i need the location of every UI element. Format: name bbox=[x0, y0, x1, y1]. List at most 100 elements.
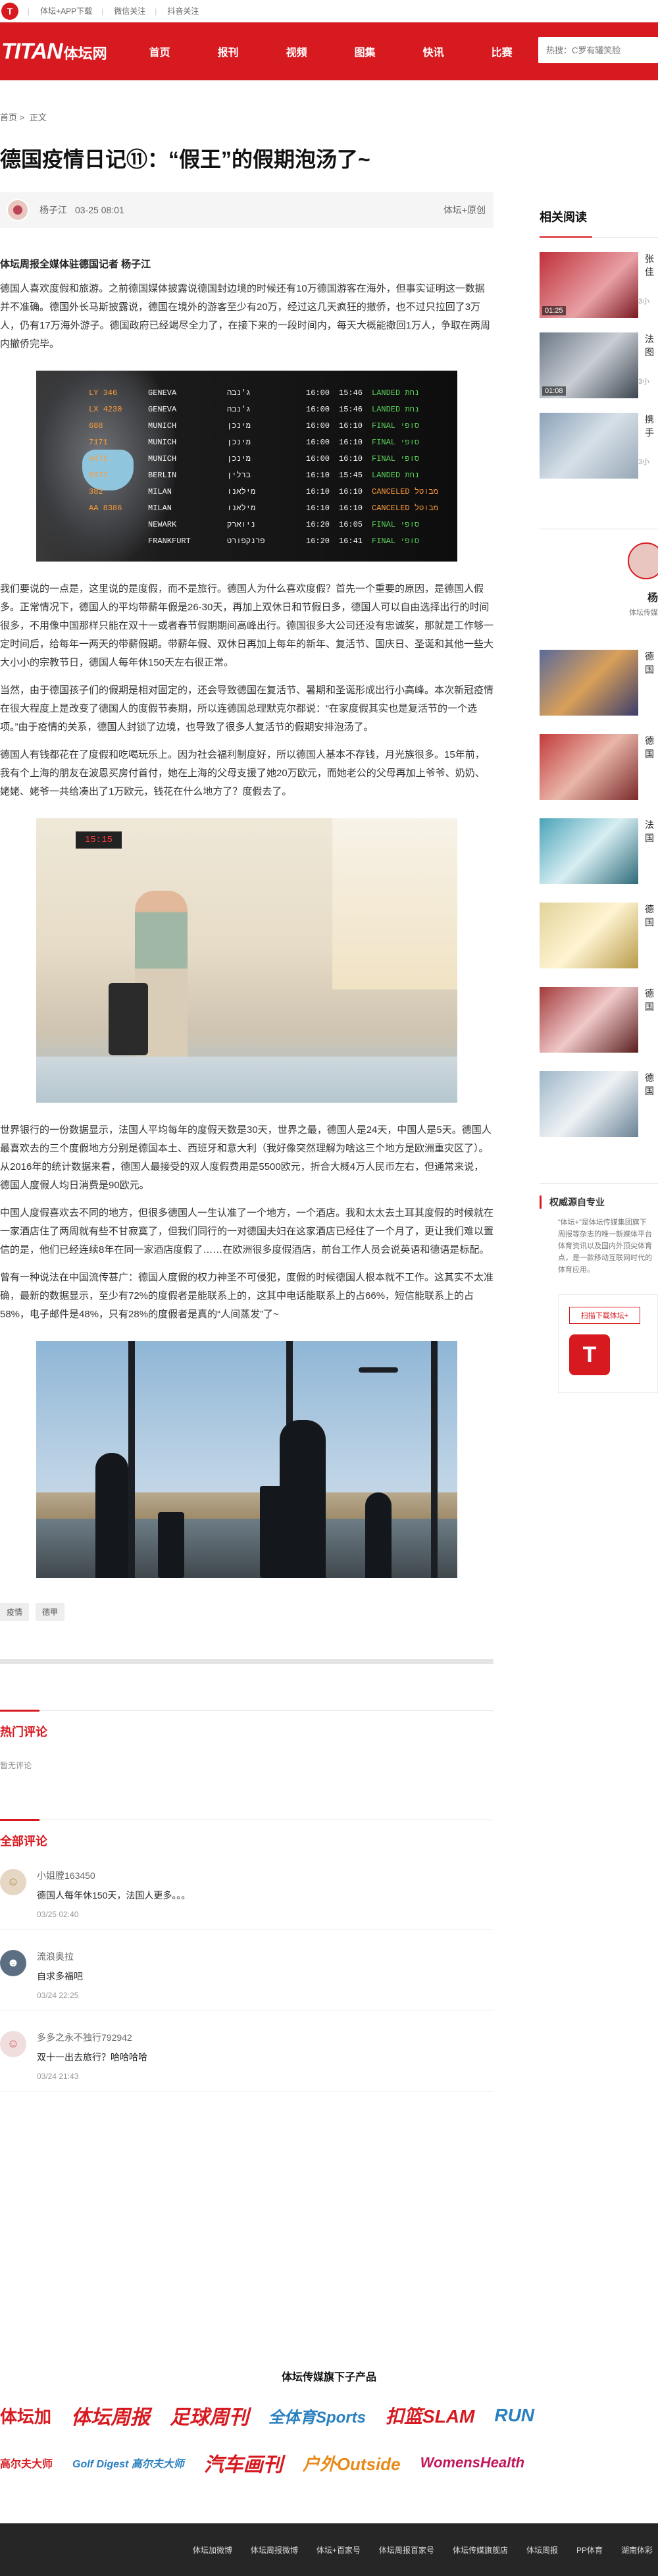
related-thumbnail[interactable] bbox=[540, 413, 638, 479]
product-logo[interactable]: 高尔夫大师 bbox=[0, 2455, 53, 2471]
top-utility-bar: T | 体坛+APP下载 | 微信关注 | 抖音关注 bbox=[0, 0, 658, 22]
article-paragraph: 世界银行的一份数据显示，法国人平均每年的度假天数是30天，世界之最，德国人是24… bbox=[0, 1124, 492, 1191]
board-cell: CANCELED מבוטל bbox=[372, 486, 438, 496]
departure-board-image: LY 346 GENEVA ג'נבה 16:00 15:46 LANDED נחת LX … bbox=[36, 370, 457, 562]
product-logo[interactable]: Golf Digest 高尔夫大师 bbox=[72, 2455, 184, 2471]
product-logo[interactable]: 足球周刊 bbox=[170, 2401, 249, 2430]
nav-item-video[interactable]: 视频 bbox=[286, 43, 355, 59]
product-logo[interactable]: 户外Outside bbox=[303, 2451, 401, 2475]
footer-link[interactable]: 湖南体彩 bbox=[621, 2544, 653, 2556]
divider: | bbox=[28, 6, 30, 16]
board-cell: FINAL סופי bbox=[372, 437, 420, 447]
app-download-box: 扫描下载体坛+ T bbox=[558, 1294, 658, 1393]
author-article-card[interactable]: 法国 bbox=[540, 818, 658, 884]
footer-link[interactable]: 体坛周报百家号 bbox=[379, 2544, 434, 2556]
card-title[interactable]: 德国 bbox=[645, 903, 658, 968]
author-article-card[interactable]: 德国 bbox=[540, 1071, 658, 1137]
related-item[interactable]: 01:25 张佳 3小 bbox=[540, 252, 658, 318]
article-paragraph: 德国人喜欢度假和旅游。之前德国媒体披露说德国封边境的时候还有10万德国游客在海外… bbox=[0, 282, 491, 350]
card-title[interactable]: 德国 bbox=[645, 1071, 658, 1137]
search-input[interactable] bbox=[546, 45, 658, 55]
footer-link[interactable]: 体坛+百家号 bbox=[316, 2544, 361, 2556]
related-title[interactable]: 张佳 bbox=[645, 252, 658, 278]
board-cell: 16:00 bbox=[306, 404, 330, 414]
board-cell: 15:45 bbox=[339, 470, 363, 480]
scan-download-button[interactable]: 扫描下载体坛+ bbox=[569, 1307, 640, 1324]
footer-link[interactable]: 体坛周报 bbox=[526, 2544, 558, 2556]
author-name[interactable]: 杨子江 bbox=[39, 203, 67, 217]
site-logo[interactable]: TITAN 体坛网 bbox=[1, 39, 107, 65]
card-thumbnail[interactable] bbox=[540, 650, 638, 716]
board-cell: FRANKFURT bbox=[148, 536, 191, 546]
related-item[interactable]: 01:08 法图 3小 bbox=[540, 332, 658, 398]
footer-link[interactable]: 体坛传媒旗舰店 bbox=[453, 2544, 508, 2556]
commenter-name[interactable]: 小姐膛163450 bbox=[37, 1869, 190, 1882]
product-logo[interactable]: 体坛加 bbox=[0, 2404, 51, 2428]
board-cell: 16:00 bbox=[306, 437, 330, 447]
commenter-avatar[interactable]: ☺ bbox=[0, 1868, 26, 1895]
related-thumbnail[interactable]: 01:25 bbox=[540, 252, 638, 318]
profile-desc: 体坛传媒 bbox=[629, 609, 658, 617]
article-title: 德国疫情日记⑪：“假王”的假期泡汤了~ bbox=[0, 147, 370, 171]
tag-item[interactable]: 疫情 bbox=[0, 1602, 30, 1621]
board-row: LY 346 GENEVA ג'נבה 16:00 15:46 LANDED נחת bbox=[89, 385, 452, 401]
titan-logo-icon[interactable]: T bbox=[1, 2, 18, 20]
related-title[interactable]: 携手 bbox=[645, 413, 658, 439]
card-thumbnail[interactable] bbox=[540, 818, 638, 884]
related-title[interactable]: 法图 bbox=[645, 332, 658, 359]
product-logo[interactable]: WomensHealth bbox=[420, 2454, 525, 2471]
board-cell: 16:20 bbox=[306, 536, 330, 546]
card-thumbnail[interactable] bbox=[540, 903, 638, 968]
footer-link[interactable]: 体坛加微博 bbox=[193, 2544, 232, 2556]
card-thumbnail[interactable] bbox=[540, 1071, 638, 1137]
product-logo-row: 高尔夫大师 Golf Digest 高尔夫大师 汽车画刊 户外Outside W… bbox=[0, 2447, 658, 2479]
comment-time: 03/24 21:43 bbox=[37, 2071, 79, 2081]
breadcrumb: 首页 > 正文 bbox=[0, 111, 49, 123]
nav-item-gallery[interactable]: 图集 bbox=[355, 43, 423, 59]
breadcrumb-current: 正文 bbox=[29, 113, 47, 122]
product-logo[interactable]: 汽车画刊 bbox=[204, 2448, 283, 2477]
card-thumbnail[interactable] bbox=[540, 734, 638, 800]
product-logo[interactable]: RUN bbox=[494, 2405, 534, 2426]
card-title[interactable]: 德国 bbox=[645, 650, 658, 716]
card-title[interactable]: 德国 bbox=[645, 734, 658, 800]
board-cell: CANCELED מבוטל bbox=[372, 503, 438, 513]
commenter-name[interactable]: 多多之永不独行792942 bbox=[37, 2031, 147, 2044]
product-logo[interactable]: 体坛周报 bbox=[71, 2401, 150, 2430]
product-logo[interactable]: 扣篮SLAM bbox=[386, 2402, 474, 2429]
nav-item-home[interactable]: 首页 bbox=[149, 43, 218, 59]
profile-name[interactable]: 杨 bbox=[647, 589, 658, 604]
profile-avatar[interactable] bbox=[628, 542, 658, 579]
board-cell: BERLIN bbox=[148, 470, 177, 480]
board-cell: MUNICH bbox=[148, 421, 177, 431]
author-article-card[interactable]: 德国 bbox=[540, 903, 658, 968]
card-title[interactable]: 德国 bbox=[645, 987, 658, 1053]
card-title[interactable]: 法国 bbox=[645, 818, 658, 884]
app-download-link[interactable]: 体坛+APP下载 bbox=[40, 5, 92, 16]
related-item[interactable]: 携手 3小 bbox=[540, 413, 658, 479]
commenter-name[interactable]: 流浪奥拉 bbox=[37, 1950, 83, 1963]
board-row: LX 4230 GENEVA ג'נבה 16:00 15:46 LANDED נחת bbox=[89, 402, 452, 417]
tag-item[interactable]: 德甲 bbox=[36, 1602, 65, 1621]
footer-link[interactable]: PP体育 bbox=[576, 2544, 603, 2556]
nav-item-newspaper[interactable]: 报刊 bbox=[218, 43, 286, 59]
divider: | bbox=[101, 6, 104, 16]
footer-link[interactable]: 体坛周报微博 bbox=[251, 2544, 298, 2556]
board-cell: מינכן bbox=[227, 437, 251, 447]
product-logo[interactable]: 全体育Sports bbox=[268, 2404, 366, 2427]
related-thumbnail[interactable]: 01:08 bbox=[540, 332, 638, 398]
commenter-avatar[interactable]: ☺ bbox=[0, 2030, 26, 2057]
commenter-avatar[interactable]: ☻ bbox=[0, 1949, 26, 1976]
douyin-follow-link[interactable]: 抖音关注 bbox=[167, 5, 199, 16]
breadcrumb-home[interactable]: 首页 bbox=[0, 113, 17, 122]
author-article-card[interactable]: 德国 bbox=[540, 650, 658, 716]
board-cell: 16:10 bbox=[339, 486, 363, 496]
author-article-card[interactable]: 德国 bbox=[540, 734, 658, 800]
wechat-follow-link[interactable]: 微信关注 bbox=[114, 5, 145, 16]
traveler-with-suitcase-image: 15:15 bbox=[36, 818, 457, 1103]
app-logo-icon[interactable]: T bbox=[569, 1334, 610, 1375]
nav-item-news-flash[interactable]: 快讯 bbox=[423, 43, 492, 59]
author-avatar[interactable] bbox=[7, 198, 29, 221]
author-article-card[interactable]: 德国 bbox=[540, 987, 658, 1053]
card-thumbnail[interactable] bbox=[540, 987, 638, 1053]
